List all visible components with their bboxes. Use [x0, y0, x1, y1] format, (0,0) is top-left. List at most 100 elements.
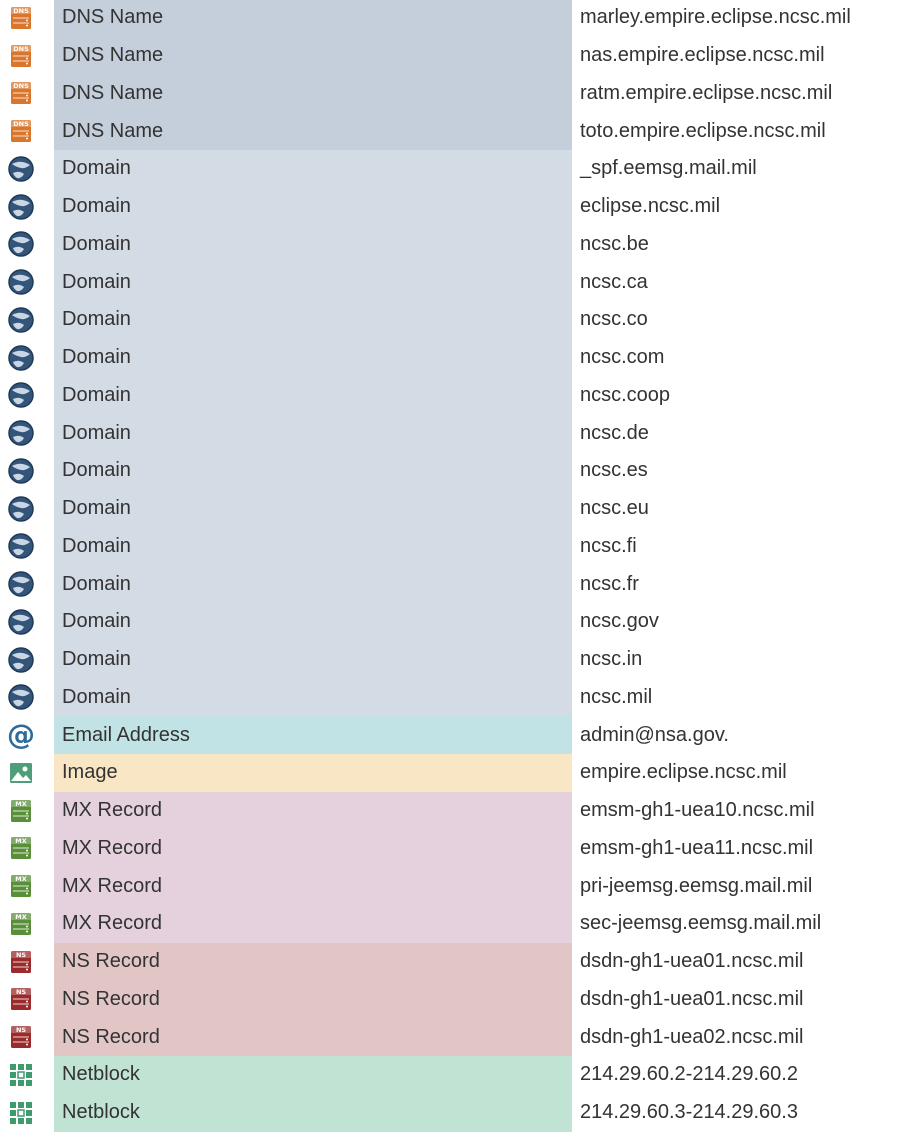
- entity-value-cell: ncsc.be: [580, 232, 649, 255]
- globe-icon: [0, 641, 54, 679]
- table-row[interactable]: Domain ncsc.eu: [0, 489, 908, 528]
- table-row[interactable]: Domain ncsc.in: [0, 640, 908, 679]
- svg-text:NS: NS: [16, 951, 26, 959]
- entity-type-cell: NS Record: [54, 980, 572, 1019]
- at-sign-icon: @: [7, 718, 35, 752]
- table-row[interactable]: DNS DNS Name marley.empire.eclipse.ncsc.mi…: [0, 0, 908, 37]
- table-row[interactable]: MX MX Record emsm-gh1-uea11.ncsc.mil: [0, 829, 908, 868]
- entity-value-cell: ncsc.ca: [580, 270, 648, 293]
- table-row[interactable]: DNS DNS Name toto.empire.eclipse.ncsc.mil: [0, 112, 908, 150]
- entity-value-cell: dsdn-gh1-uea01.ncsc.mil: [580, 950, 804, 973]
- entity-value-cell: ncsc.eu: [580, 497, 649, 520]
- entity-value-cell: ncsc.co: [580, 308, 648, 331]
- entity-type-cell: Domain: [54, 338, 572, 377]
- table-row[interactable]: Domain ncsc.es: [0, 452, 908, 490]
- entity-type-cell: Domain: [54, 414, 572, 452]
- entity-value-cell: ratm.empire.eclipse.ncsc.mil: [580, 81, 833, 104]
- entity-type-cell: Domain: [54, 489, 572, 528]
- table-row[interactable]: MX MX Record pri-jeemsg.eemsg.mail.mil: [0, 867, 908, 905]
- netblock-icon: [0, 1094, 54, 1132]
- table-row[interactable]: DNS DNS Name ratm.empire.eclipse.ncsc.mil: [0, 74, 908, 113]
- entity-value-cell: 214.29.60.3-214.29.60.3: [580, 1101, 798, 1124]
- entity-value-cell: ncsc.fi: [580, 534, 637, 557]
- table-row[interactable]: Netblock 214.29.60.3-214.29.60.3: [0, 1093, 908, 1132]
- entity-value-cell: ncsc.com: [580, 346, 665, 369]
- dns-server-icon: DNS: [0, 0, 54, 37]
- entity-type-cell: Domain: [54, 565, 572, 603]
- table-row[interactable]: Netblock 214.29.60.2-214.29.60.2: [0, 1056, 908, 1094]
- entity-type-cell: Email Address: [54, 716, 572, 754]
- table-row[interactable]: Domain ncsc.fr: [0, 565, 908, 603]
- table-row[interactable]: @ Email Address admin@nsa.gov.: [0, 716, 908, 754]
- entity-type-cell: Domain: [54, 640, 572, 679]
- table-row[interactable]: Domain ncsc.de: [0, 414, 908, 452]
- table-row[interactable]: Domain ncsc.fi: [0, 527, 908, 566]
- ns-server-icon: NS: [0, 943, 54, 981]
- svg-text:NS: NS: [16, 988, 26, 996]
- entity-table: DNS DNS Name marley.empire.eclipse.ncsc.mi…: [0, 0, 908, 1132]
- table-row[interactable]: Image empire.eclipse.ncsc.mil: [0, 754, 908, 792]
- entity-value-cell: eclipse.ncsc.mil: [580, 195, 721, 218]
- entity-value-cell: dsdn-gh1-uea02.ncsc.mil: [580, 1025, 804, 1048]
- entity-value-cell: ncsc.coop: [580, 383, 671, 406]
- entity-type-cell: DNS Name: [54, 74, 572, 113]
- table-row[interactable]: NS NS Record dsdn-gh1-uea01.ncsc.mil: [0, 942, 908, 981]
- table-row[interactable]: NS NS Record dsdn-gh1-uea01.ncsc.mil: [0, 980, 908, 1019]
- dns-server-icon: DNS: [0, 75, 54, 113]
- ns-server-icon: NS: [0, 1018, 54, 1056]
- table-row[interactable]: Domain _spf.eemsg.mail.mil: [0, 150, 908, 188]
- globe-icon: [0, 452, 54, 490]
- image-icon: [0, 754, 54, 792]
- table-row[interactable]: Domain eclipse.ncsc.mil: [0, 187, 908, 226]
- entity-value-cell: ncsc.fr: [580, 572, 639, 595]
- mx-server-icon: MX: [0, 867, 54, 905]
- mx-server-icon: MX: [0, 792, 54, 830]
- svg-text:MX: MX: [15, 875, 26, 883]
- globe-icon: [0, 679, 54, 717]
- globe-icon: [0, 226, 54, 264]
- globe-icon: [0, 263, 54, 301]
- dns-server-icon: DNS: [0, 112, 54, 150]
- table-row[interactable]: Domain ncsc.be: [0, 225, 908, 264]
- globe-icon: [0, 528, 54, 566]
- entity-value-cell: emsm-gh1-uea11.ncsc.mil: [580, 836, 814, 859]
- svg-text:DNS: DNS: [13, 45, 29, 53]
- table-row[interactable]: MX MX Record sec-jeemsg.eemsg.mail.mil: [0, 905, 908, 943]
- entity-type-cell: Domain: [54, 376, 572, 415]
- entity-value-cell: ncsc.es: [580, 459, 648, 482]
- globe-icon: [0, 188, 54, 226]
- table-row[interactable]: Domain ncsc.co: [0, 301, 908, 339]
- globe-icon: [0, 339, 54, 377]
- entity-type-cell: Domain: [54, 263, 572, 301]
- svg-text:DNS: DNS: [13, 82, 29, 90]
- table-row[interactable]: Domain ncsc.gov: [0, 603, 908, 641]
- table-row[interactable]: Domain ncsc.com: [0, 338, 908, 377]
- table-row[interactable]: Domain ncsc.coop: [0, 376, 908, 415]
- globe-icon: [0, 377, 54, 415]
- globe-icon: [0, 603, 54, 641]
- entity-value-cell: ncsc.in: [580, 648, 643, 671]
- dns-server-icon: DNS: [0, 37, 54, 75]
- entity-value-cell: emsm-gh1-uea10.ncsc.mil: [580, 799, 815, 822]
- globe-icon: [0, 565, 54, 603]
- svg-text:NS: NS: [16, 1026, 26, 1034]
- globe-icon: [0, 301, 54, 339]
- table-row[interactable]: NS NS Record dsdn-gh1-uea02.ncsc.mil: [0, 1018, 908, 1056]
- table-row[interactable]: Domain ncsc.mil: [0, 678, 908, 717]
- entity-value-cell: dsdn-gh1-uea01.ncsc.mil: [580, 987, 804, 1010]
- entity-type-cell: Domain: [54, 150, 572, 188]
- entity-type-cell: NS Record: [54, 942, 572, 981]
- entity-value-cell: ncsc.mil: [580, 685, 653, 708]
- entity-type-cell: Domain: [54, 301, 572, 339]
- table-row[interactable]: Domain ncsc.ca: [0, 263, 908, 301]
- entity-type-cell: DNS Name: [54, 112, 572, 150]
- entity-value-cell: toto.empire.eclipse.ncsc.mil: [580, 119, 826, 142]
- entity-value-cell: empire.eclipse.ncsc.mil: [580, 761, 787, 784]
- table-row[interactable]: MX MX Record emsm-gh1-uea10.ncsc.mil: [0, 791, 908, 830]
- svg-text:MX: MX: [15, 913, 26, 921]
- entity-value-cell: _spf.eemsg.mail.mil: [580, 157, 757, 180]
- entity-type-cell: Domain: [54, 225, 572, 264]
- entity-type-cell: Domain: [54, 187, 572, 226]
- table-row[interactable]: DNS DNS Name nas.empire.eclipse.ncsc.mil: [0, 36, 908, 75]
- globe-icon: [0, 150, 54, 188]
